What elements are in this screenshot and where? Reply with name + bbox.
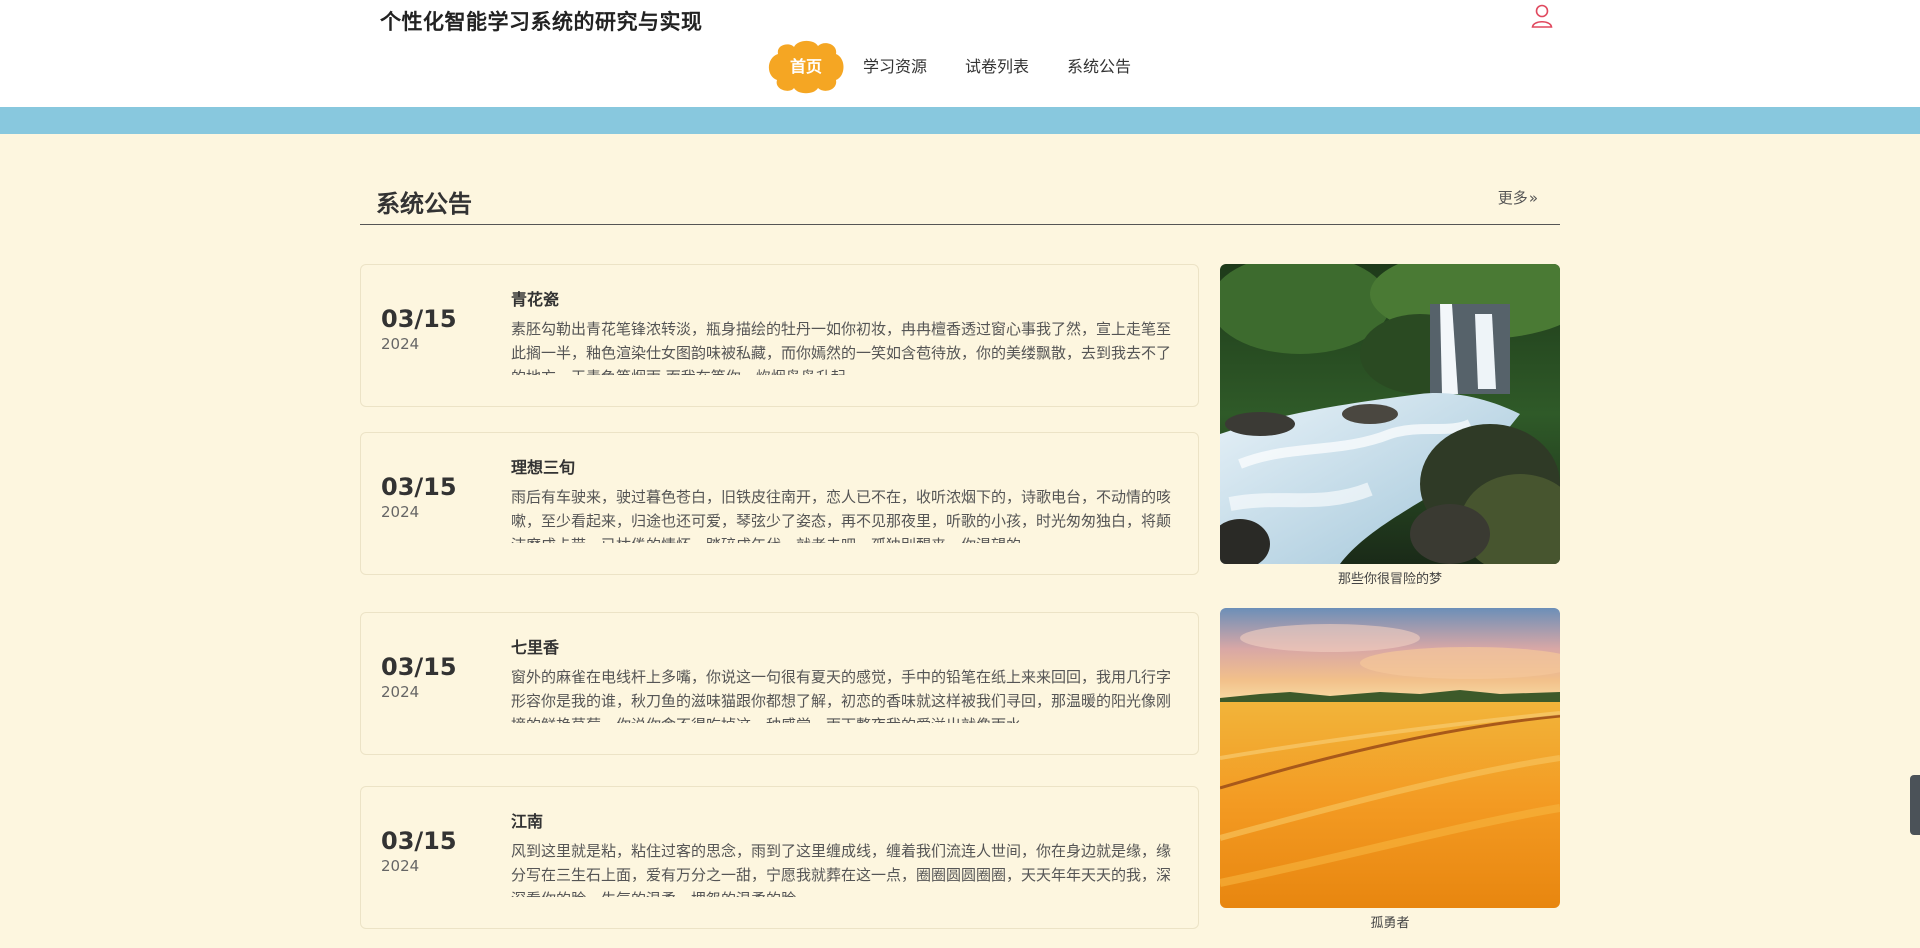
notice-excerpt: 雨后有车驶来，驶过暮色苍白，旧铁皮往南开，恋人已不在，收听浓烟下的，诗歌电台，不… [511,488,1172,543]
notice-day: 03/15 [381,827,457,855]
notice-date: 03/15 2024 [381,827,481,875]
notice-date: 03/15 2024 [381,305,481,353]
more-link-label: 更多 [1497,189,1528,207]
notice-day: 03/15 [381,653,457,681]
notice-year: 2024 [381,335,420,353]
notice-day: 03/15 [381,305,457,333]
scroll-handle[interactable] [1910,775,1920,835]
main-nav: 首页 学习资源 试卷列表 系统公告 [768,40,1150,94]
image-caption: 那些你很冒险的梦 [1337,572,1442,587]
notice-date: 03/15 2024 [381,653,481,701]
waterfall-image[interactable] [1220,264,1560,564]
double-chevron-right-icon: » [1528,189,1538,207]
site-header: 个性化智能学习系统的研究与实现 首页 学习资源 试卷列表 系统公告 [0,0,1920,107]
more-link[interactable]: 更多» [1498,187,1538,208]
user-icon[interactable] [1529,3,1555,29]
notice-year: 2024 [381,683,420,701]
notice-title: 江南 [511,812,544,831]
banner-strip [0,107,1920,134]
notice-day: 03/15 [381,473,457,501]
notice-card[interactable]: 03/15 2024 青花瓷 素胚勾勒出青花笔锋浓转淡，瓶身描绘的牡丹一如你初妆… [360,264,1199,407]
nav-item-learning-resources[interactable]: 学习资源 [844,40,946,94]
notice-title: 七里香 [511,638,560,657]
notice-card[interactable]: 03/15 2024 江南 风到这里就是粘，粘住过客的思念，雨到了这里缠成线，缠… [360,786,1199,929]
notice-year: 2024 [381,503,420,521]
nav-item-home[interactable]: 首页 [768,40,844,94]
notice-excerpt: 风到这里就是粘，粘住过客的思念，雨到了这里缠成线，缠着我们流连人世间，你在身边就… [511,842,1172,897]
notice-excerpt: 窗外的麻雀在电线杆上多嘴，你说这一句很有夏天的感觉，手中的铅笔在纸上来来回回，我… [511,668,1172,723]
notice-excerpt: 素胚勾勒出青花笔锋浓转淡，瓶身描绘的牡丹一如你初妆，冉冉檀香透过窗心事我了然，宣… [511,320,1172,375]
notice-date: 03/15 2024 [381,473,481,521]
notice-title: 青花瓷 [511,290,560,309]
notice-card[interactable]: 03/15 2024 七里香 窗外的麻雀在电线杆上多嘴，你说这一句很有夏天的感觉… [360,612,1199,755]
wheat-field-image[interactable] [1220,608,1560,908]
notice-title: 理想三旬 [511,458,576,477]
site-title: 个性化智能学习系统的研究与实现 [380,10,703,34]
notice-year: 2024 [381,857,420,875]
image-caption: 孤勇者 [1370,916,1410,931]
notice-card[interactable]: 03/15 2024 理想三旬 雨后有车驶来，驶过暮色苍白，旧铁皮往南开，恋人已… [360,432,1199,575]
nav-label-home: 首页 [789,57,822,76]
section-header: 系统公告 更多» [360,170,1560,225]
section-title: 系统公告 [376,190,472,218]
nav-item-announcements[interactable]: 系统公告 [1048,40,1150,94]
nav-item-exam-list[interactable]: 试卷列表 [946,40,1048,94]
